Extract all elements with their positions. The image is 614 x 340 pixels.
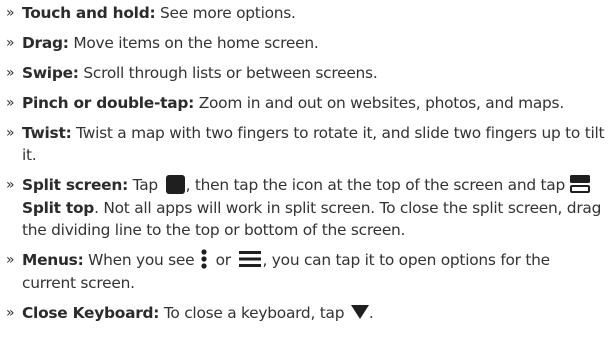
item-term: Twist: xyxy=(22,124,72,142)
split-top-label: Split top xyxy=(22,198,95,217)
hamburger-menu-icon xyxy=(238,250,261,267)
bullet-marker: » xyxy=(6,125,15,141)
item-term: Touch and hold: xyxy=(22,4,156,22)
item-text: To close a keyboard, tap xyxy=(159,303,349,322)
bullet-marker: » xyxy=(6,304,15,321)
list-item-close-keyboard: » Close Keyboard: To close a keyboard, t… xyxy=(6,302,606,324)
bullet-marker: » xyxy=(6,65,15,81)
item-text: When you see xyxy=(83,250,199,269)
item-text: . xyxy=(368,303,374,322)
item-term: Menus: xyxy=(22,250,84,269)
item-text: Move items on the home screen. xyxy=(68,34,319,52)
item-text: Tap xyxy=(127,176,163,194)
bullet-marker: » xyxy=(6,95,15,111)
item-text: Zoom in and out on websites, photos, and… xyxy=(194,94,565,112)
item-text: Twist a map with two fingers to rotate i… xyxy=(22,124,605,164)
item-term: Pinch or double-tap: xyxy=(22,94,195,112)
list-item-touch-and-hold: » Touch and hold: See more options. xyxy=(6,2,606,24)
bullet-marker: » xyxy=(6,5,15,21)
item-text: or xyxy=(210,250,236,269)
bullet-marker: » xyxy=(6,35,15,51)
item-term: Swipe: xyxy=(22,64,79,82)
bullet-marker: » xyxy=(6,177,15,193)
item-text: Scroll through lists or between screens. xyxy=(78,64,378,82)
list-item-pinch: » Pinch or double-tap: Zoom in and out o… xyxy=(6,92,606,114)
list-item-swipe: » Swipe: Scroll through lists or between… xyxy=(6,62,606,84)
list-item-drag: » Drag: Move items on the home screen. xyxy=(6,32,606,54)
bullet-marker: » xyxy=(6,251,15,268)
gesture-tips-list: » Touch and hold: See more options. » Dr… xyxy=(6,2,606,332)
list-item-twist: » Twist: Twist a map with two fingers to… xyxy=(6,122,606,166)
item-term: Close Keyboard: xyxy=(22,303,160,322)
item-text: See more options. xyxy=(155,4,296,22)
item-text: . Not all apps will work in split screen… xyxy=(22,198,602,239)
down-triangle-icon xyxy=(350,305,369,319)
square-recent-apps-icon xyxy=(165,174,185,194)
split-top-icon xyxy=(569,175,590,193)
item-term: Drag: xyxy=(22,34,69,52)
vertical-dots-menu-icon xyxy=(201,248,207,269)
list-item-menus: » Menus: When you see or , you can tap i… xyxy=(6,248,606,294)
list-item-split-screen: » Split screen: Tap , then tap the icon … xyxy=(6,174,606,241)
item-text: , then tap the icon at the top of the sc… xyxy=(185,176,570,194)
item-term: Split screen: xyxy=(22,176,128,194)
